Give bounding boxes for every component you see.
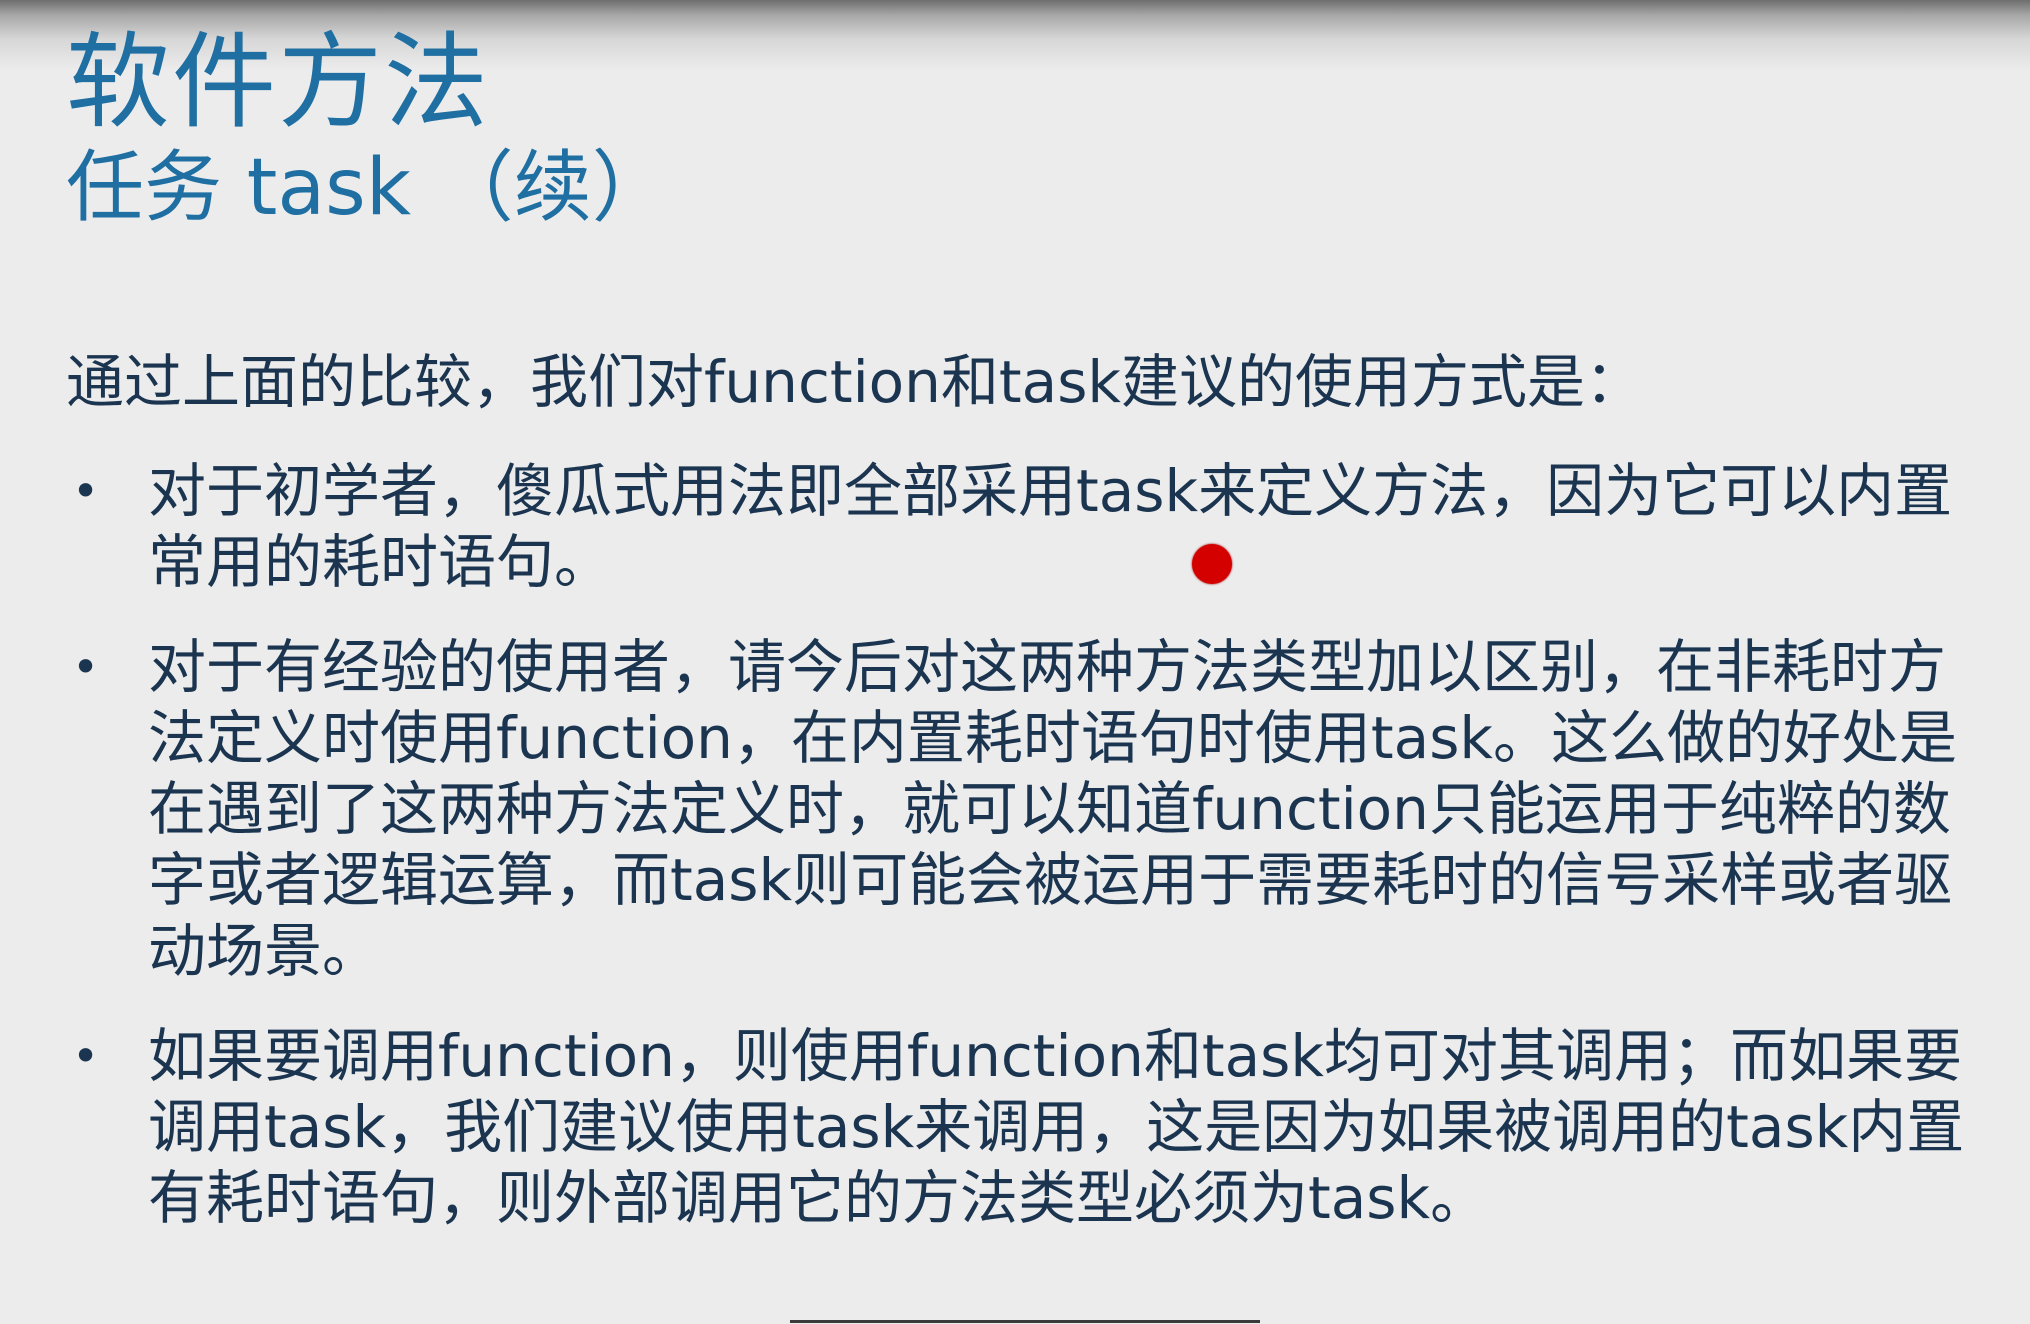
bullet-item-beginners: • 对于初学者，傻瓜式用法即全部采用task来定义方法，因为它可以内置常用的耗时… [66,456,1986,598]
slide-title: 软件方法 [66,21,491,143]
presentation-slide: 软件方法 任务 task （续） 通过上面的比较，我们对function和tas… [0,0,2030,1324]
bullet-list: • 对于初学者，傻瓜式用法即全部采用task来定义方法，因为它可以内置常用的耗时… [66,456,1986,1268]
slide-subtitle: 任务 task （续） [66,143,670,233]
bullet-text: 如果要调用function，则使用function和task均可对其调用；而如果… [148,1022,1965,1232]
bullet-icon: • [72,640,100,694]
bottom-divider [790,1320,1260,1323]
bullet-item-experienced: • 对于有经验的使用者，请今后对这两种方法类型加以区别，在非耗时方法定义时使用f… [66,632,1986,987]
bullet-item-calling: • 如果要调用function，则使用function和task均可对其调用；而… [66,1021,1986,1234]
bullet-text: 对于有经验的使用者，请今后对这两种方法类型加以区别，在非耗时方法定义时使用fun… [148,633,1958,985]
bullet-icon: • [72,464,100,518]
bullet-text: 对于初学者，傻瓜式用法即全部采用task来定义方法，因为它可以内置常用的耗时语句… [148,457,1953,596]
bullet-icon: • [72,1029,100,1083]
laser-pointer-icon [1192,544,1232,584]
intro-text: 通过上面的比较，我们对function和task建议的使用方式是： [66,348,1644,416]
